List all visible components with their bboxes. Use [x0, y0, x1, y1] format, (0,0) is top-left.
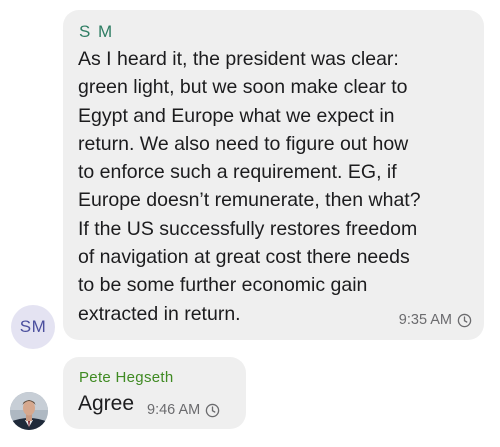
timestamp-text: 9:46 AM	[147, 402, 201, 418]
sender-name[interactable]: Pete Hegseth	[79, 369, 174, 386]
message-bubble[interactable]: S M As I heard it, the president was cle…	[63, 10, 484, 340]
message-text: Agree	[78, 392, 135, 415]
clock-icon	[205, 403, 220, 417]
message-timestamp: 9:46 AM	[147, 402, 220, 418]
timestamp-text: 9:35 AM	[398, 312, 452, 328]
profile-photo	[10, 392, 48, 430]
clock-icon	[457, 313, 472, 327]
avatar-initials: SM	[19, 317, 47, 336]
message-bubble[interactable]: Pete Hegseth Agree 9:46 AM	[63, 357, 246, 429]
message-text: As I heard it, the president was clear: …	[78, 48, 421, 325]
message-timestamp: 9:35 AM	[399, 312, 472, 328]
avatar[interactable]	[10, 392, 48, 430]
sender-name[interactable]: S M	[79, 22, 114, 42]
avatar[interactable]: SM	[11, 305, 55, 349]
